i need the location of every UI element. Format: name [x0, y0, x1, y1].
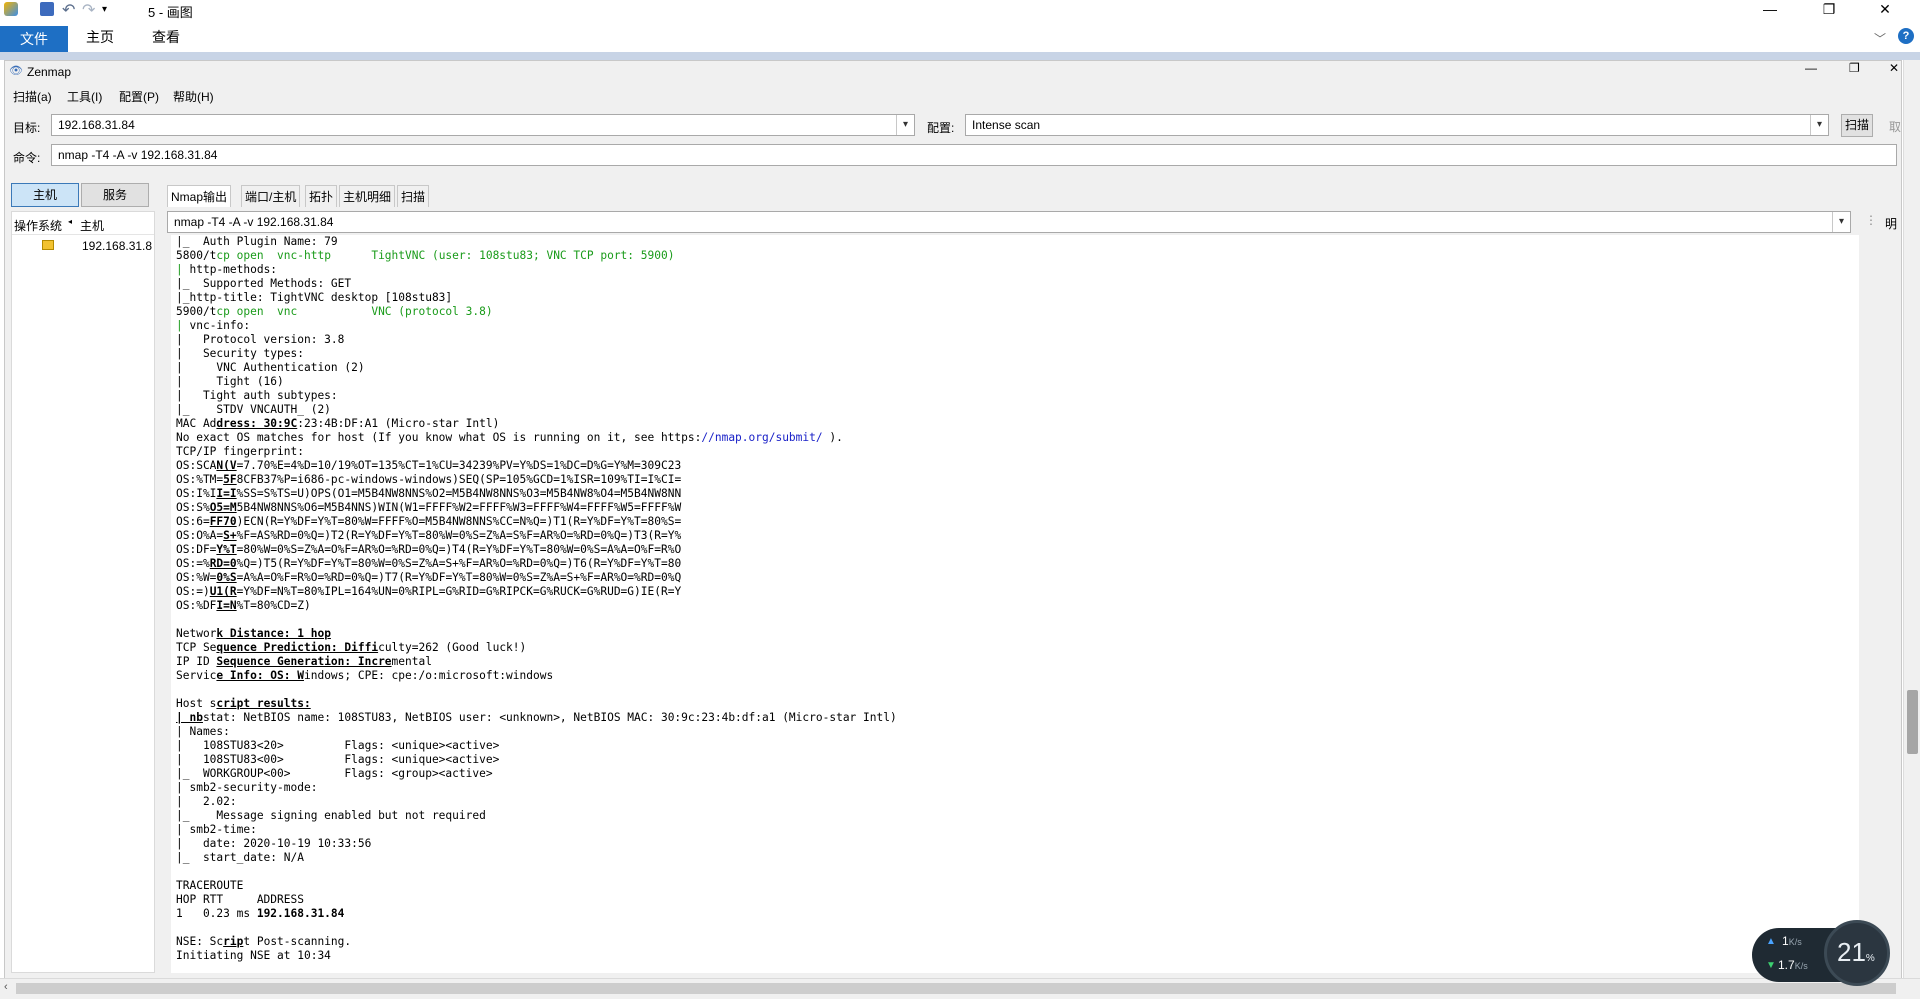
- command-input[interactable]: nmap -T4 -A -v 192.168.31.84: [51, 144, 1897, 166]
- hosts-button[interactable]: 主机: [11, 183, 79, 207]
- host-list: 操作系统 ◂ 主机 192.168.31.8: [11, 211, 155, 973]
- zenmap-close-icon[interactable]: ✕: [1889, 61, 1899, 75]
- cpu-percent-unit: %: [1865, 953, 1875, 964]
- tab-view[interactable]: 查看: [138, 25, 194, 49]
- profile-label: 配置:: [927, 121, 955, 135]
- maximize-icon[interactable]: ❐: [1806, 0, 1852, 22]
- output-dropdown-icon[interactable]: ▾: [1832, 212, 1850, 232]
- zenmap-window: 👁 Zenmap — ❐ ✕ 扫描(a) 工具(I) 配置(P) 帮助(H) 目…: [4, 60, 1902, 980]
- download-arrow-icon: ▼: [1766, 960, 1776, 971]
- host-address[interactable]: 192.168.31.8: [82, 239, 152, 253]
- tab-nmap-output[interactable]: Nmap输出: [167, 185, 232, 207]
- tab-topology[interactable]: 拓扑: [305, 185, 338, 207]
- zenmap-eye-icon: 👁: [9, 65, 23, 77]
- menu-help[interactable]: 帮助(H): [173, 88, 214, 105]
- upload-speed: 1K/s: [1782, 934, 1802, 948]
- windows-os-icon: [42, 240, 54, 250]
- zenmap-title: Zenmap: [27, 65, 72, 79]
- undo-icon[interactable]: ↶: [62, 0, 75, 20]
- paint-titlebar: ↶ ↷ ▾ 5 - 画图 — ❐ ✕: [0, 0, 1920, 22]
- details-button[interactable]: 明: [1885, 215, 1897, 232]
- sort-arrow-icon: ◂: [68, 217, 73, 226]
- cancel-button[interactable]: 取: [1889, 118, 1901, 135]
- paint-canvas-border: [0, 52, 1920, 60]
- tab-file[interactable]: 文件: [0, 26, 68, 52]
- target-combobox[interactable]: 192.168.31.84 ▾: [51, 114, 915, 136]
- menu-tools[interactable]: 工具(I): [67, 88, 102, 105]
- vertical-scroll-thumb[interactable]: [1907, 690, 1918, 754]
- cpu-usage-ring: 21%: [1824, 920, 1890, 986]
- menu-scan[interactable]: 扫描(a): [13, 88, 52, 105]
- help-icon[interactable]: ?: [1898, 28, 1914, 44]
- output-command[interactable]: nmap -T4 -A -v 192.168.31.84: [174, 215, 333, 229]
- command-label: 命令:: [13, 151, 41, 165]
- upload-arrow-icon: ▲: [1766, 936, 1776, 947]
- vertical-scrollbar[interactable]: [1903, 60, 1920, 978]
- zenmap-minimize-icon[interactable]: —: [1805, 61, 1817, 75]
- host-list-header: 操作系统 ◂ 主机: [12, 212, 154, 235]
- nmap-output-panel[interactable]: |_ Auth Plugin Name: 79 5800/tcp open vn…: [171, 235, 1859, 973]
- profile-dropdown-icon[interactable]: ▾: [1810, 115, 1828, 135]
- cpu-percent: 21%: [1837, 937, 1875, 968]
- paint-app-icon: [4, 2, 18, 16]
- horizontal-scrollbar[interactable]: ‹: [0, 978, 1920, 999]
- scroll-left-icon[interactable]: ‹: [4, 981, 8, 993]
- collapse-ribbon-icon[interactable]: ﹀: [1874, 30, 1886, 47]
- scan-button[interactable]: 扫描: [1841, 114, 1873, 137]
- tab-ports-hosts[interactable]: 端口/主机: [241, 185, 301, 207]
- minimize-icon[interactable]: —: [1747, 0, 1793, 22]
- profile-combobox[interactable]: Intense scan ▾: [965, 114, 1829, 136]
- tab-host-details[interactable]: 主机明细: [339, 185, 396, 207]
- close-icon[interactable]: ✕: [1862, 0, 1908, 22]
- grip-icon: ⋮: [1865, 213, 1877, 227]
- paint-ribbon: 主页 查看 ﹀ ?: [0, 22, 1920, 53]
- cpu-percent-value: 21: [1837, 937, 1866, 967]
- os-column-header[interactable]: 操作系统: [14, 217, 62, 234]
- download-unit: K/s: [1794, 961, 1808, 971]
- horizontal-scroll-thumb[interactable]: [16, 983, 1896, 994]
- host-row[interactable]: 192.168.31.8: [12, 236, 154, 256]
- host-column-header[interactable]: 主机: [80, 217, 104, 234]
- profile-value[interactable]: Intense scan: [972, 118, 1040, 132]
- nmap-output-text: |_ Auth Plugin Name: 79 5800/tcp open vn…: [176, 235, 897, 962]
- download-speed: 1.7K/s: [1778, 958, 1808, 972]
- zenmap-restore-icon[interactable]: ❐: [1849, 61, 1860, 75]
- target-input[interactable]: 192.168.31.84: [58, 118, 135, 132]
- services-button[interactable]: 服务: [81, 183, 149, 207]
- upload-unit: K/s: [1788, 937, 1802, 947]
- target-label: 目标:: [13, 121, 41, 135]
- network-speed-widget[interactable]: ▲ 1K/s ▼ 1.7K/s 21%: [1752, 920, 1890, 986]
- tab-scans[interactable]: 扫描: [397, 185, 430, 207]
- upload-value: 1: [1782, 934, 1789, 948]
- customize-quick-access-icon[interactable]: ▾: [102, 4, 107, 15]
- save-icon[interactable]: [40, 2, 54, 16]
- tab-home[interactable]: 主页: [72, 25, 128, 49]
- output-command-combobox[interactable]: nmap -T4 -A -v 192.168.31.84 ▾: [167, 211, 1851, 233]
- download-value: 1.7: [1778, 958, 1795, 972]
- window-title: 5 - 画图: [148, 5, 193, 20]
- target-dropdown-icon[interactable]: ▾: [896, 115, 914, 135]
- redo-icon[interactable]: ↷: [82, 0, 95, 20]
- menu-profile[interactable]: 配置(P): [119, 88, 159, 105]
